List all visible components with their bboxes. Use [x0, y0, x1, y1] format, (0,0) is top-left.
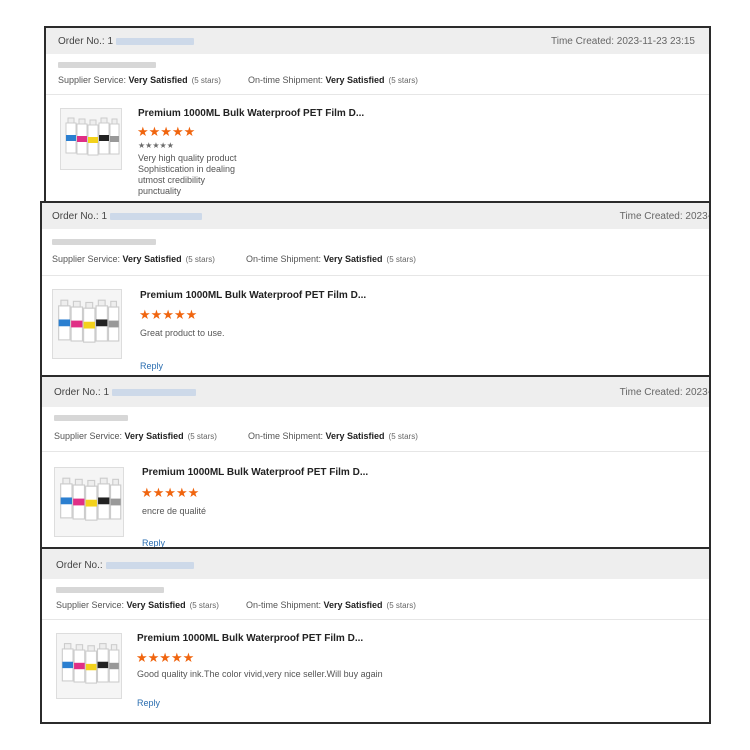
sub-rating-stars: ★★★★★ — [138, 141, 174, 150]
ink-bottles-image[interactable] — [56, 633, 122, 699]
product-title[interactable]: Premium 1000ML Bulk Waterproof PET Film … — [140, 290, 366, 301]
shipment-rating-value: Very Satisfied — [325, 75, 385, 85]
reply-link[interactable]: Reply — [137, 698, 160, 708]
shipment-rating-value: Very Satisfied — [325, 431, 385, 441]
review-comment-line: Sophistication in dealing — [138, 164, 236, 174]
shipment-rating-value: Very Satisfied — [323, 600, 383, 610]
service-ratings: Supplier Service: Very Satisfied (5 stars… — [54, 431, 418, 441]
review-card-1: Order No.: 1 Time Created: 2023-11-23 23… — [44, 26, 711, 203]
order-number: Order No.: 1 — [52, 211, 203, 222]
order-header: Order No.: 1 Time Created: 2023- — [42, 377, 709, 407]
ink-bottles-image[interactable] — [60, 108, 122, 170]
service-ratings: Supplier Service: Very Satisfied (5 stars… — [58, 75, 418, 85]
buyer-name-redacted — [52, 239, 156, 245]
supplier-rating-value: Very Satisfied — [128, 75, 188, 85]
supplier-rating-value: Very Satisfied — [122, 254, 182, 264]
order-number: Order No.: 1 — [54, 387, 197, 398]
supplier-rating-value: Very Satisfied — [124, 431, 184, 441]
ink-bottles-image[interactable] — [54, 467, 124, 537]
product-title[interactable]: Premium 1000ML Bulk Waterproof PET Film … — [138, 108, 364, 119]
service-ratings: Supplier Service: Very Satisfied (5 stars… — [52, 254, 416, 264]
order-number: Order No.: 1 — [58, 36, 195, 47]
review-card-2: Order No.: 1 Time Created: 2023- Supplie… — [40, 201, 711, 377]
divider — [46, 94, 709, 95]
divider — [42, 451, 709, 452]
order-number: Order No.: — [56, 560, 194, 571]
review-comment-line: utmost credibility — [138, 175, 206, 185]
review-comment-line: Great product to use. — [140, 328, 225, 338]
reply-link[interactable]: Reply — [140, 361, 163, 371]
review-comment-line: punctuality — [138, 186, 182, 196]
review-card-4: Order No.: Supplier Service: Very Satisf… — [40, 547, 711, 724]
rating-stars: ★★★★★ — [141, 485, 200, 500]
rating-stars: ★★★★★ — [136, 650, 195, 665]
order-header: Order No.: — [42, 549, 709, 579]
shipment-rating-value: Very Satisfied — [323, 254, 383, 264]
ink-bottles-image[interactable] — [52, 289, 122, 359]
review-comment-line: Good quality ink.The color vivid,very ni… — [137, 669, 383, 679]
time-created: Time Created: 2023-11-23 23:15 — [551, 36, 695, 47]
time-created: Time Created: 2023- — [619, 211, 711, 222]
service-ratings: Supplier Service: Very Satisfied (5 stars… — [56, 600, 416, 610]
buyer-name-redacted — [54, 415, 128, 421]
divider — [42, 275, 709, 276]
review-card-3: Order No.: 1 Time Created: 2023- Supplie… — [40, 375, 711, 549]
buyer-name-redacted — [56, 587, 164, 593]
product-title[interactable]: Premium 1000ML Bulk Waterproof PET Film … — [137, 633, 363, 644]
rating-stars: ★★★★★ — [139, 307, 198, 322]
rating-stars: ★★★★★ — [137, 124, 196, 139]
review-comment-line: Very high quality product — [138, 153, 237, 163]
order-header: Order No.: 1 Time Created: 2023-11-23 23… — [46, 28, 709, 54]
divider — [42, 619, 709, 620]
order-header: Order No.: 1 Time Created: 2023- — [42, 203, 709, 229]
review-comment-line: encre de qualité — [142, 506, 207, 516]
time-created: Time Created: 2023- — [619, 387, 711, 398]
buyer-name-redacted — [58, 62, 156, 68]
product-title[interactable]: Premium 1000ML Bulk Waterproof PET Film … — [142, 467, 368, 478]
supplier-rating-value: Very Satisfied — [126, 600, 186, 610]
